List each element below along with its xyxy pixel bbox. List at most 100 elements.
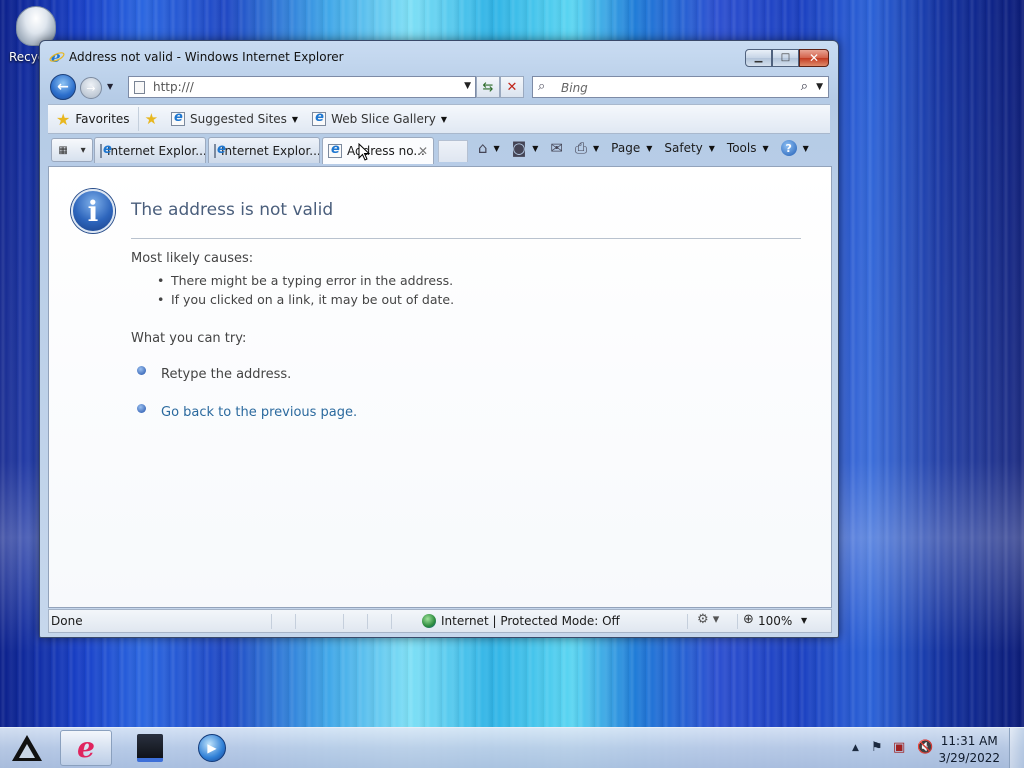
printer-icon: ⎙ [574,139,587,157]
status-divider [687,614,688,629]
quick-tabs-grid-icon: ▦ [58,144,68,156]
read-mail-button[interactable]: ✉ [550,139,563,157]
ie-logo-icon: e [77,731,95,764]
forward-button[interactable]: → [80,77,102,99]
home-button[interactable]: ⌂ ▼ [478,139,500,157]
search-provider-icon: ⌕ [538,79,546,94]
minimize-button[interactable]: ▁ [745,49,772,67]
go-back-link-text[interactable]: Go back to the previous page. [161,405,357,420]
tab-3-active[interactable]: Address no... ✕ [322,137,434,164]
zoom-level[interactable]: 100% [758,614,792,628]
add-to-favorites-icon[interactable]: ★ [145,110,158,128]
quick-tabs-button[interactable]: ▦ ▾ [51,138,93,162]
clock[interactable]: 11:31 AM 3/29/2022 [938,733,1000,767]
ie-window: e Address not valid - Windows Internet E… [39,40,839,638]
cause-text: If you clicked on a link, it may be out … [171,292,455,307]
address-bar[interactable]: http:/// ▼ [128,76,476,98]
ie-page-icon [312,110,327,126]
show-desktop-button[interactable] [1009,728,1024,768]
tab-2[interactable]: Internet Explor... [208,137,320,163]
protected-mode-icon[interactable]: ⚙ ▾ [697,612,719,627]
back-button[interactable]: ← [50,74,76,100]
status-divider [271,614,272,629]
page-content: i The address is not valid Most likely c… [48,166,832,608]
taskbar: e ▶ ▲ ⚑ ▣ 🔇 11:31 AM 3/29/2022 [0,727,1024,768]
volume-muted-icon[interactable]: 🔇 [917,740,933,755]
title-bar[interactable]: e Address not valid - Windows Internet E… [40,41,838,73]
cause-item: • If you clicked on a link, it may be out… [157,292,454,307]
close-icon: ✕ [808,51,820,65]
bullet-icon: • [157,292,165,307]
chevron-down-icon: ▼ [291,114,299,124]
bullet-icon: • [157,273,165,288]
search-options-dropdown[interactable]: ▼ [816,82,823,92]
taskbar-app-drive[interactable] [124,730,176,766]
stop-button[interactable]: ✕ [500,76,524,98]
star-icon: ★ [56,109,71,129]
close-button[interactable]: ✕ [799,49,829,67]
page-menu-label: Page [611,141,641,155]
media-player-icon: ▶ [198,734,226,762]
recent-pages-dropdown[interactable]: ▼ [107,82,113,91]
system-tray: ▲ ⚑ ▣ 🔇 11:31 AM 3/29/2022 [834,728,1024,768]
home-icon: ⌂ [478,139,488,157]
tab-list-dropdown-icon[interactable]: ▾ [81,145,86,156]
tab-label: Internet Explor... [107,143,206,158]
chevron-down-icon: ▼ [646,143,653,153]
print-button[interactable]: ⎙ ▼ [575,139,599,157]
tab-label: Internet Explor... [221,143,320,158]
web-slice-gallery-label: Web Slice Gallery [331,112,436,126]
go-back-link[interactable]: Go back to the previous page. [137,404,357,420]
zoom-dropdown-icon[interactable]: ▼ [801,616,807,625]
start-button[interactable] [6,732,48,764]
suggested-sites-item[interactable]: Suggested Sites ▼ [171,110,299,126]
help-button[interactable]: ? ▼ [780,140,809,156]
back-arrow-icon: ← [57,79,69,95]
bullet-ball-icon [137,366,146,375]
mouse-cursor-icon [358,143,370,161]
page-menu[interactable]: Page ▼ [611,141,652,155]
status-divider [343,614,344,629]
tab-1[interactable]: Internet Explor... [94,137,206,163]
clock-date: 3/29/2022 [938,751,1000,765]
taskbar-internet-explorer[interactable]: e [60,730,112,766]
maximize-button[interactable]: □ [772,49,799,67]
tools-menu-label: Tools [726,141,757,155]
action-center-flag-icon[interactable]: ⚑ [871,740,883,755]
status-divider [367,614,368,629]
search-icon[interactable]: ⌕ [801,79,808,94]
security-zone-text[interactable]: Internet | Protected Mode: Off [441,614,620,628]
suggested-sites-label: Suggested Sites [190,112,287,126]
causes-heading: Most likely causes: [131,251,254,266]
maximize-icon: □ [780,52,791,63]
chevron-down-icon: ▼ [708,143,715,153]
window-title: Address not valid - Windows Internet Exp… [69,50,344,64]
feeds-button[interactable]: ◙ ▼ [512,139,539,157]
info-icon: i [71,189,115,233]
new-tab-button[interactable] [438,140,468,162]
address-dropdown-icon[interactable]: ▼ [464,81,471,91]
stop-icon: ✕ [506,79,518,95]
show-hidden-icons-icon[interactable]: ▲ [852,743,859,753]
favorites-button[interactable]: ★ Favorites [48,107,139,131]
refresh-icon: ⇆ [482,79,494,95]
refresh-button[interactable]: ⇆ [476,76,500,98]
cause-item: • There might be a typing error in the ad… [157,273,453,288]
retype-address-text: Retype the address. [161,367,292,382]
tools-menu[interactable]: Tools ▼ [727,141,769,155]
safety-menu[interactable]: Safety ▼ [664,141,715,155]
web-slice-gallery-item[interactable]: Web Slice Gallery ▼ [312,110,447,126]
close-tab-icon[interactable]: ✕ [418,144,428,158]
mail-icon: ✉ [550,139,563,157]
address-input[interactable]: http:/// [153,80,194,94]
rss-feed-icon: ◙ [511,139,527,157]
error-title: The address is not valid [131,200,334,220]
search-box[interactable]: ⌕ Bing ⌕ ▼ [532,76,829,98]
search-input[interactable]: Bing [561,81,588,95]
network-icon[interactable]: ▣ [893,740,905,755]
clock-time: 11:31 AM [940,734,998,748]
forward-arrow-icon: → [86,81,96,95]
drive-app-icon [137,734,163,762]
zoom-magnifier-icon: ⊕ [743,612,754,627]
taskbar-media-player[interactable]: ▶ [186,730,238,766]
